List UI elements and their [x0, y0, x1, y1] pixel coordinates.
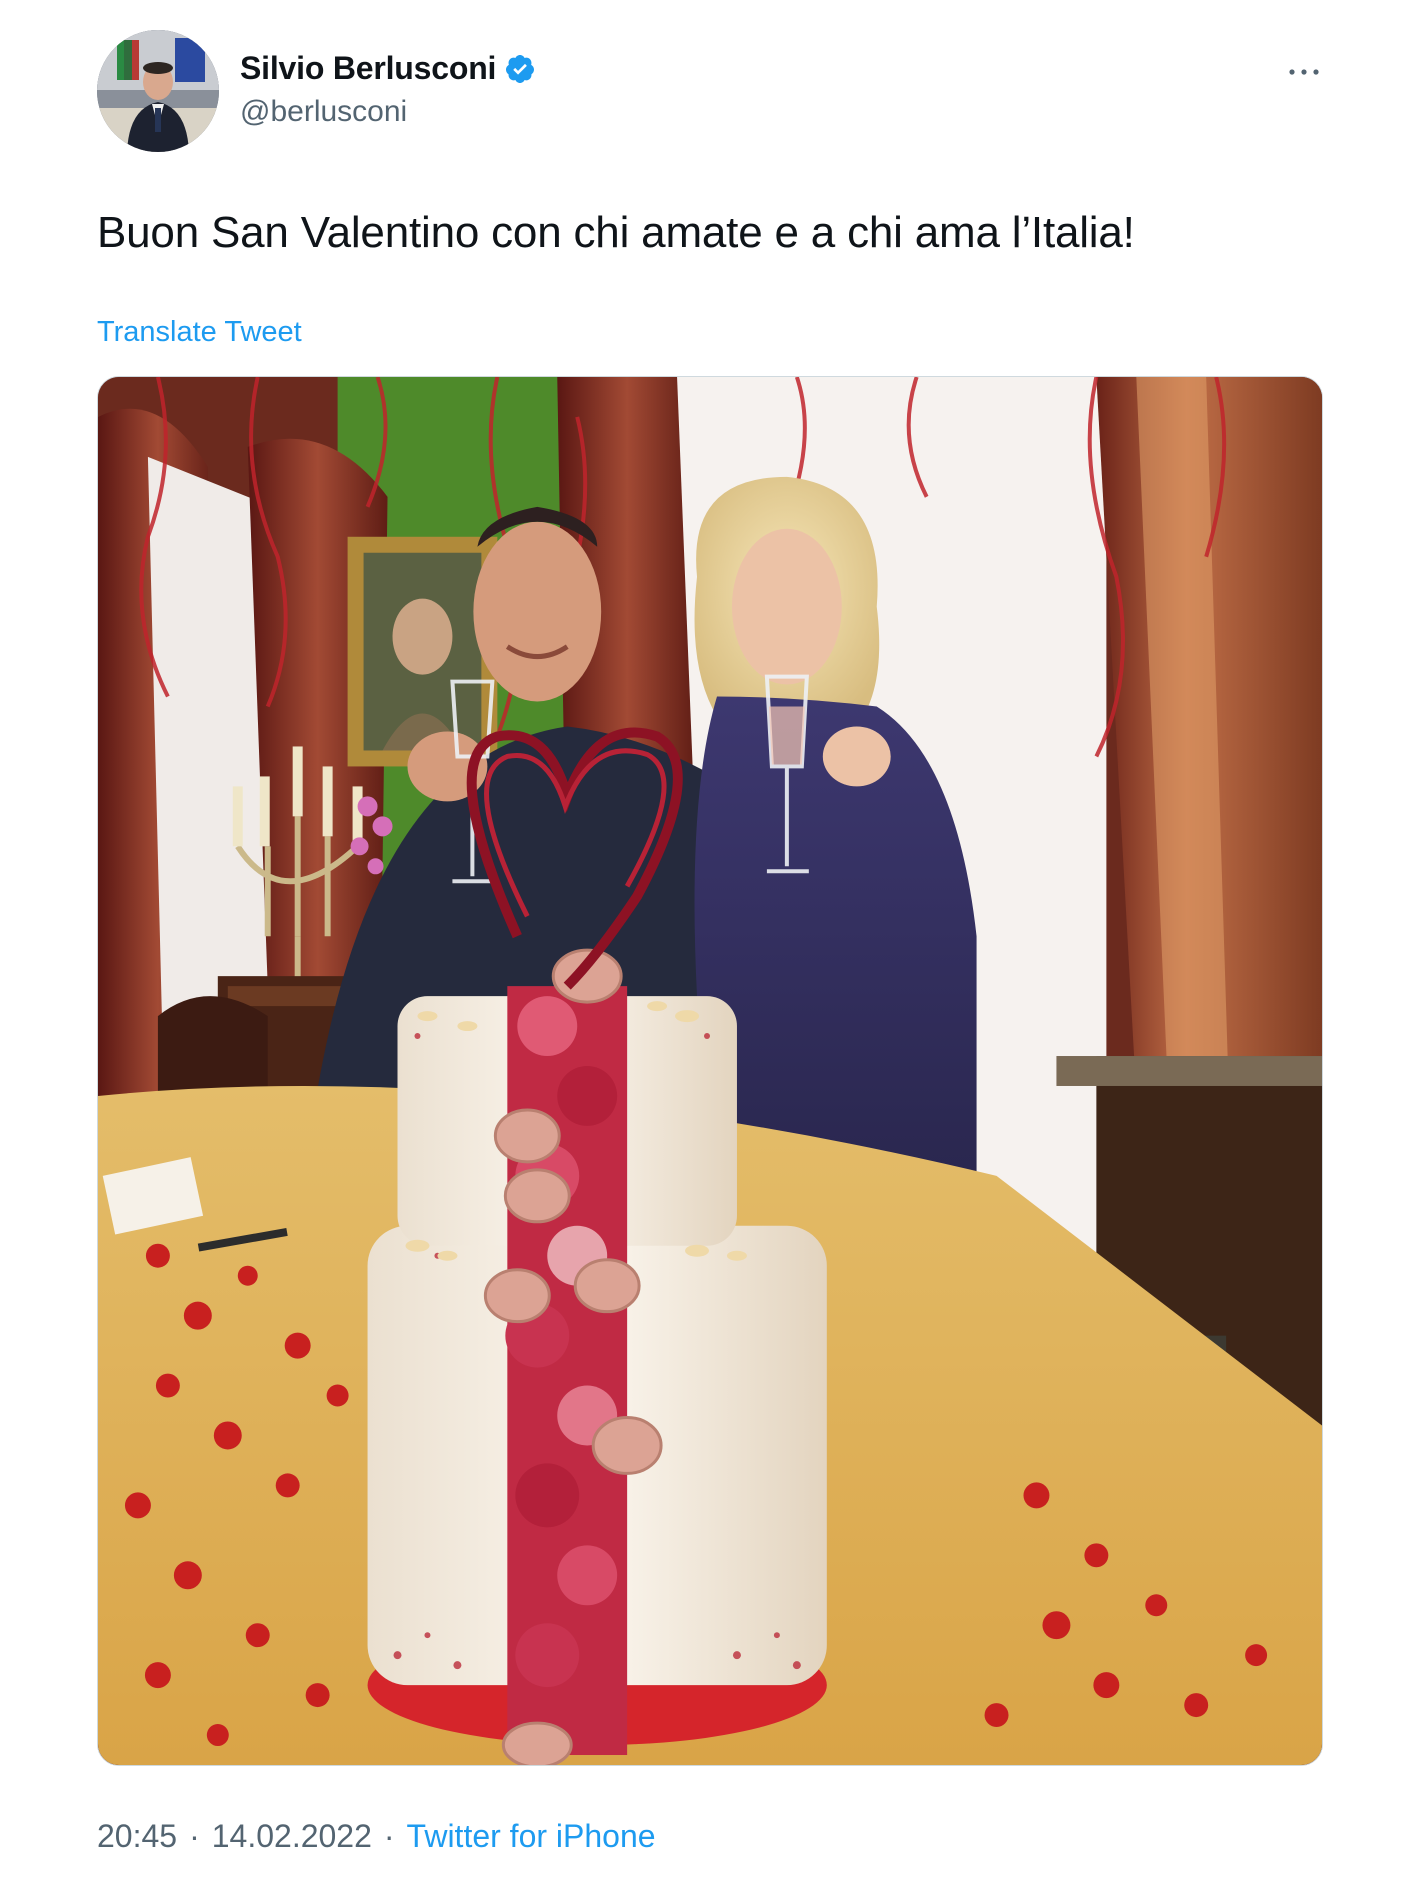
author-handle[interactable]: @berlusconi: [240, 95, 407, 129]
author-avatar[interactable]: [97, 30, 219, 152]
tweet-source-link[interactable]: Twitter for iPhone: [407, 1818, 656, 1855]
more-options-button[interactable]: [1280, 54, 1328, 90]
verified-badge-icon: [506, 54, 535, 83]
tweet-card: Silvio Berlusconi @berlusconi Buon San V…: [0, 0, 1427, 1884]
tweet-date[interactable]: 14.02.2022: [212, 1818, 372, 1855]
author-name-row: Silvio Berlusconi: [240, 50, 536, 87]
photo-illustration: [98, 377, 1322, 1765]
meta-separator: ·: [189, 1818, 200, 1854]
tweet-meta: 20:45 · 14.02.2022 · Twitter for iPhone: [97, 1818, 656, 1855]
more-dots-icon: [1289, 69, 1319, 75]
tweet-photo[interactable]: [97, 376, 1323, 1766]
meta-separator: ·: [383, 1818, 395, 1854]
translate-tweet-link[interactable]: Translate Tweet: [97, 316, 302, 349]
tweet-text: Buon San Valentino con chi amate e a chi…: [97, 208, 1135, 257]
author-display-name[interactable]: Silvio Berlusconi: [240, 50, 496, 87]
avatar-photo: [97, 30, 219, 152]
tweet-time[interactable]: 20:45: [97, 1818, 177, 1855]
